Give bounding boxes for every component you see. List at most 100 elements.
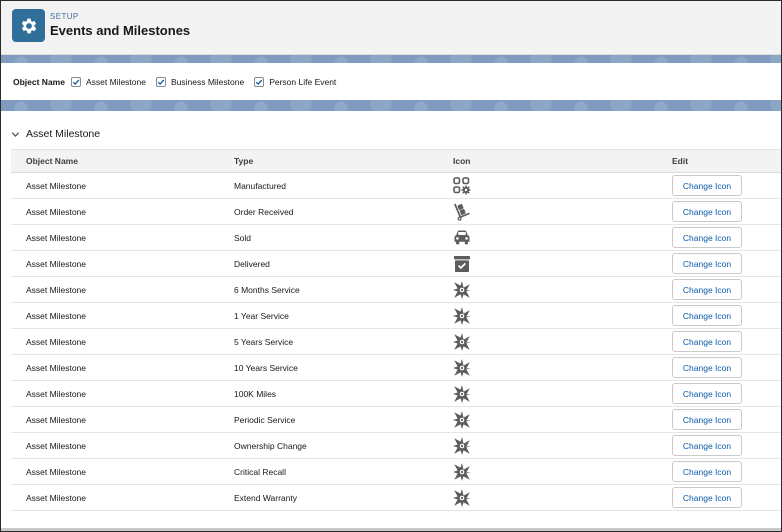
column-header-icon: Icon <box>453 156 471 166</box>
cell-icon <box>453 175 672 197</box>
cell-icon <box>453 253 672 275</box>
filter-option-person-life-event[interactable]: Person Life Event <box>254 76 337 87</box>
cell-edit: Change Icon <box>672 175 772 196</box>
service-star-icon <box>451 279 473 301</box>
service-star-icon <box>451 383 473 405</box>
cell-object-name: Asset Milestone <box>26 466 86 477</box>
cell-edit: Change Icon <box>672 409 772 430</box>
cell-object-name: Asset Milestone <box>26 232 86 243</box>
table-row: Asset Milestone Periodic Service Change Ic… <box>11 407 781 433</box>
checkbox[interactable] <box>70 76 81 87</box>
column-header-edit: Edit <box>672 156 689 166</box>
service-star-icon <box>451 435 473 457</box>
cell-edit: Change Icon <box>672 253 772 274</box>
table-row: Asset Milestone 5 Years Service Change Ico… <box>11 329 781 355</box>
change-icon-button[interactable]: Change Icon <box>672 201 742 222</box>
table-row: Asset Milestone Delivered Change Icon <box>11 251 781 277</box>
table-row: Asset Milestone Order Received Change Icon <box>11 199 781 225</box>
cell-object-name: Asset Milestone <box>26 258 86 269</box>
service-star-icon <box>451 357 473 379</box>
cell-type: Ownership Change <box>234 440 307 451</box>
table-body: Asset Milestone Manufactured Change Icon As… <box>11 173 781 511</box>
page-title: Events and Milestones <box>50 23 191 38</box>
table-row: Asset Milestone 6 Months Service Change Ic… <box>11 277 781 303</box>
bottom-edge <box>1 528 781 531</box>
filter-option-business-milestone[interactable]: Business Milestone <box>155 76 245 87</box>
checkbox[interactable] <box>155 76 166 87</box>
checkbox-label: Business Milestone <box>170 76 245 87</box>
cell-type: Periodic Service <box>234 414 296 425</box>
service-star-icon <box>451 409 473 431</box>
change-icon-button[interactable]: Change Icon <box>672 487 742 508</box>
cell-type: Extend Warranty <box>234 492 297 503</box>
cell-edit: Change Icon <box>672 461 772 482</box>
cell-object-name: Asset Milestone <box>26 492 86 503</box>
cell-icon <box>453 461 672 483</box>
cell-type: Critical Recall <box>234 466 286 477</box>
change-icon-button[interactable]: Change Icon <box>672 409 742 430</box>
change-icon-button[interactable]: Change Icon <box>672 383 742 404</box>
cell-type: 6 Months Service <box>234 284 300 295</box>
decorative-band-top <box>1 55 781 63</box>
section-toggle-asset-milestone[interactable]: Asset Milestone <box>11 128 100 140</box>
change-icon-button[interactable]: Change Icon <box>672 331 742 352</box>
change-icon-button[interactable]: Change Icon <box>672 279 742 300</box>
change-icon-button[interactable]: Change Icon <box>672 253 742 274</box>
cell-edit: Change Icon <box>672 201 772 222</box>
cell-type: 1 Year Service <box>234 310 289 321</box>
table-row: Asset Milestone Ownership Change Change Ic… <box>11 433 781 459</box>
dolly-icon <box>451 201 473 223</box>
decorative-band-middle <box>1 100 781 111</box>
cell-type: Sold <box>234 232 252 243</box>
table-row: Asset Milestone Extend Warranty Change Ico… <box>11 485 781 511</box>
service-star-icon <box>451 461 473 483</box>
cell-type: Order Received <box>234 206 294 217</box>
table-row: Asset Milestone 100K Miles Change Icon <box>11 381 781 407</box>
cell-object-name: Asset Milestone <box>26 284 86 295</box>
service-star-icon <box>451 331 473 353</box>
checkbox[interactable] <box>254 76 265 87</box>
cell-object-name: Asset Milestone <box>26 388 86 399</box>
cell-object-name: Asset Milestone <box>26 336 86 347</box>
cell-icon <box>453 357 672 379</box>
object-filter: Object Name Asset Milestone Business Mil… <box>1 63 781 100</box>
change-icon-button[interactable]: Change Icon <box>672 305 742 326</box>
cell-icon <box>453 331 672 353</box>
section-title: Asset Milestone <box>26 128 101 140</box>
cell-icon <box>453 383 672 405</box>
table-row: Asset Milestone Manufactured Change Icon <box>11 173 781 199</box>
change-icon-button[interactable]: Change Icon <box>672 461 742 482</box>
table-row: Asset Milestone 10 Years Service Change Ic… <box>11 355 781 381</box>
app-frame: SETUP Events and Milestones Object Name … <box>0 0 782 532</box>
service-star-icon <box>451 305 473 327</box>
cell-icon <box>453 201 672 223</box>
cell-edit: Change Icon <box>672 227 772 248</box>
table-row: Asset Milestone Sold Change Icon <box>11 225 781 251</box>
cell-icon <box>453 227 672 249</box>
checkbox-label: Person Life Event <box>269 76 337 87</box>
car-icon <box>451 227 473 249</box>
cell-type: 5 Years Service <box>234 336 294 347</box>
cell-object-name: Asset Milestone <box>26 414 86 425</box>
delivery-box-icon <box>451 253 473 275</box>
cell-edit: Change Icon <box>672 305 772 326</box>
cell-type: 100K Miles <box>234 388 277 399</box>
check-icon <box>72 78 80 85</box>
change-icon-button[interactable]: Change Icon <box>672 175 742 196</box>
page-header: SETUP Events and Milestones <box>1 1 781 55</box>
breadcrumb-setup: SETUP <box>50 12 79 21</box>
gear-icon <box>21 18 36 33</box>
cell-object-name: Asset Milestone <box>26 206 86 217</box>
filter-label: Object Name <box>13 76 65 87</box>
column-header-type: Type <box>234 156 254 166</box>
change-icon-button[interactable]: Change Icon <box>672 435 742 456</box>
table-header: Object Name Type Icon Edit <box>11 149 781 173</box>
service-star-icon <box>451 487 473 509</box>
filter-option-asset-milestone[interactable]: Asset Milestone <box>70 76 146 87</box>
change-icon-button[interactable]: Change Icon <box>672 227 742 248</box>
milestone-table: Object Name Type Icon Edit Asset Milesto… <box>11 149 781 511</box>
check-icon <box>255 78 263 85</box>
cell-edit: Change Icon <box>672 357 772 378</box>
cell-edit: Change Icon <box>672 331 772 352</box>
change-icon-button[interactable]: Change Icon <box>672 357 742 378</box>
